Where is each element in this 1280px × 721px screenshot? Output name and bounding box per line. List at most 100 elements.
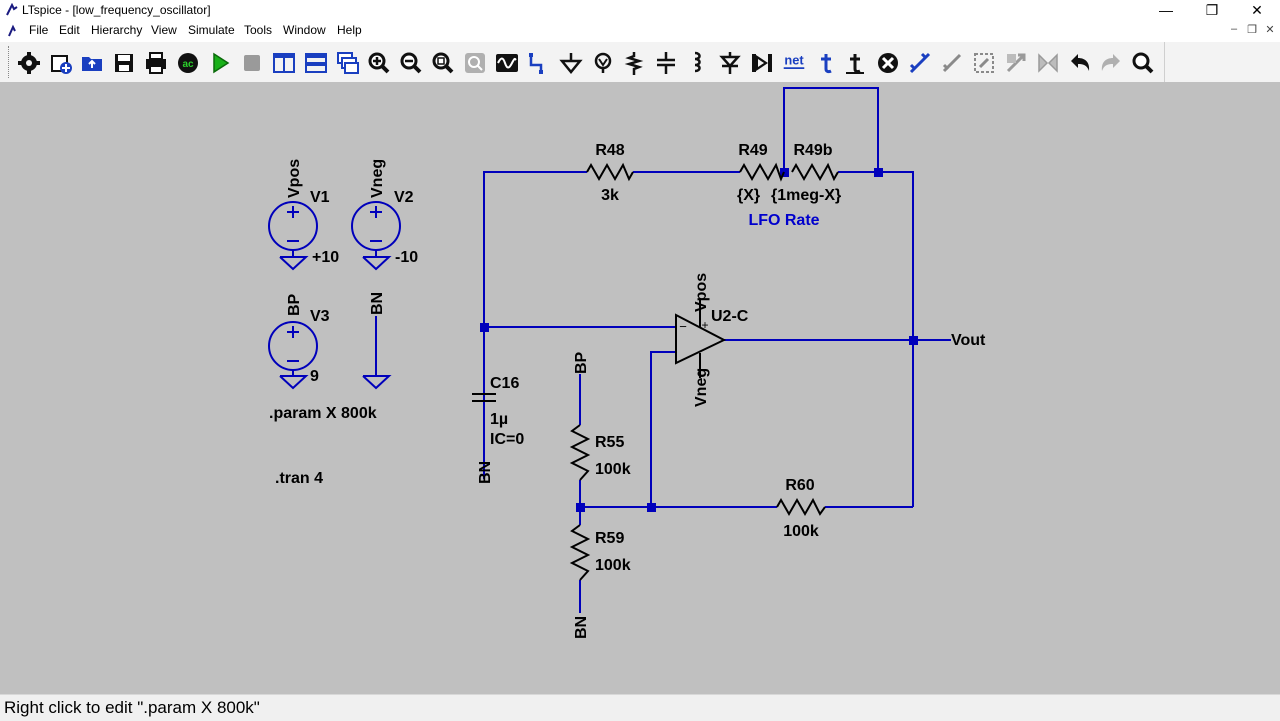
ac-analysis-button[interactable]: ac (174, 50, 202, 76)
delete-icon (878, 53, 898, 73)
zoom-area-icon (465, 53, 485, 73)
find-button[interactable] (1129, 50, 1157, 76)
r49b-value: {1meg-X} (771, 187, 841, 204)
menu-view[interactable]: View (151, 23, 177, 37)
menu-window[interactable]: Window (283, 23, 326, 37)
title-bar: LTspice - [low_frequency_oscillator] — ❐… (0, 0, 1280, 20)
opamp-minus-sign: − (679, 319, 687, 334)
c16-value: 1µ (490, 411, 508, 428)
new-schematic-button[interactable] (47, 50, 75, 76)
zoom-out-button[interactable] (397, 50, 425, 76)
svg-text:ac: ac (182, 59, 194, 70)
rotate-button[interactable] (1002, 50, 1030, 76)
menu-edit[interactable]: Edit (59, 23, 80, 37)
move-button[interactable] (938, 50, 966, 76)
r49-value: {X} (737, 187, 760, 204)
status-text: Right click to edit ".param X 800k" (4, 698, 260, 717)
menu-tools[interactable]: Tools (244, 23, 272, 37)
toolbar: ac net (0, 42, 1280, 83)
zoom-in-button[interactable] (365, 50, 393, 76)
window-title: LTspice - [low_frequency_oscillator] (22, 3, 211, 17)
run-button[interactable] (206, 50, 234, 76)
menu-help[interactable]: Help (337, 23, 362, 37)
capacitor-icon (657, 52, 675, 74)
v1-net-label: Vpos (286, 159, 303, 198)
resistor-button[interactable] (620, 50, 648, 76)
waveform-button[interactable] (493, 50, 521, 76)
drag-button[interactable] (970, 50, 998, 76)
duplicate-button[interactable] (906, 50, 934, 76)
diode-button[interactable] (716, 50, 744, 76)
r49-symbol (739, 162, 785, 182)
v2-name: V2 (394, 189, 414, 206)
open-icon (82, 57, 102, 71)
menu-file[interactable]: File (29, 23, 48, 37)
toolbar-divider (1164, 42, 1165, 82)
r48-name: R48 (595, 142, 624, 159)
zoom-area-button[interactable] (461, 50, 489, 76)
halt-button[interactable] (238, 50, 266, 76)
mirror-button[interactable] (1034, 50, 1062, 76)
mdi-close-button[interactable]: ✕ (1263, 23, 1277, 36)
net-button[interactable]: net (780, 50, 808, 76)
r59-name: R59 (595, 530, 624, 547)
save-button[interactable] (110, 50, 138, 76)
ground-icon (559, 53, 583, 74)
print-icon (146, 52, 166, 74)
menu-hierarchy[interactable]: Hierarchy (91, 23, 142, 37)
mdi-minimize-button[interactable]: – (1227, 23, 1241, 35)
rotate-icon (1006, 53, 1026, 73)
vout-net-label: Vout (951, 332, 986, 349)
param-directive[interactable]: .param X 800k (269, 405, 377, 422)
tran-directive[interactable]: .tran 4 (275, 470, 323, 487)
toolbar-grip[interactable] (8, 46, 12, 78)
r55-symbol (569, 424, 591, 481)
open-button[interactable] (78, 50, 106, 76)
menu-simulate[interactable]: Simulate (188, 23, 235, 37)
redo-icon (1101, 54, 1120, 71)
spice-directive-button[interactable] (841, 50, 869, 76)
text-icon (821, 54, 832, 74)
redo-button[interactable] (1097, 50, 1125, 76)
capacitor-button[interactable] (652, 50, 680, 76)
label-net-button[interactable] (589, 50, 617, 76)
zoom-fit-button[interactable] (429, 50, 457, 76)
r60-symbol (776, 497, 826, 517)
draw-wire-button[interactable] (525, 50, 553, 76)
undo-button[interactable] (1066, 50, 1094, 76)
text-button[interactable] (812, 50, 840, 76)
tile-vertical-icon (273, 53, 295, 73)
r55-name: R55 (595, 434, 624, 451)
schematic-canvas[interactable]: − + Vpos V1 +10 Vneg V2 -10 BP V3 9 BN .… (0, 82, 1280, 694)
schematic-drawing[interactable]: − + Vpos V1 +10 Vneg V2 -10 BP V3 9 BN .… (0, 82, 1280, 694)
mdi-restore-button[interactable]: ❐ (1245, 23, 1259, 36)
r55-value: 100k (595, 461, 631, 478)
restore-button[interactable]: ❐ (1189, 0, 1235, 20)
v3-name: V3 (310, 308, 330, 325)
delete-button[interactable] (874, 50, 902, 76)
save-icon (115, 54, 133, 72)
tile-horizontal-button[interactable] (302, 50, 330, 76)
settings-button[interactable] (15, 50, 43, 76)
cascade-button[interactable] (334, 50, 362, 76)
zoom-fit-icon (432, 52, 454, 74)
bn-ground-label: BN (369, 292, 386, 315)
r59-symbol (569, 524, 591, 581)
tile-vertical-button[interactable] (270, 50, 298, 76)
waveform-icon (496, 54, 518, 72)
close-button[interactable]: ✕ (1234, 0, 1280, 20)
print-button[interactable] (142, 50, 170, 76)
r49b-symbol (791, 162, 839, 182)
lfo-rate-label: LFO Rate (748, 212, 819, 229)
component-button[interactable] (748, 50, 776, 76)
draw-wire-icon (529, 53, 543, 74)
r48-value: 3k (601, 187, 619, 204)
v3-net-label: BP (286, 293, 303, 316)
inductor-button[interactable] (684, 50, 712, 76)
minimize-button[interactable]: — (1143, 0, 1189, 20)
ac-analysis-icon: ac (178, 53, 198, 73)
wires[interactable] (483, 87, 951, 613)
document-icon[interactable] (6, 24, 20, 38)
r59-value: 100k (595, 557, 631, 574)
ground-button[interactable] (557, 50, 585, 76)
